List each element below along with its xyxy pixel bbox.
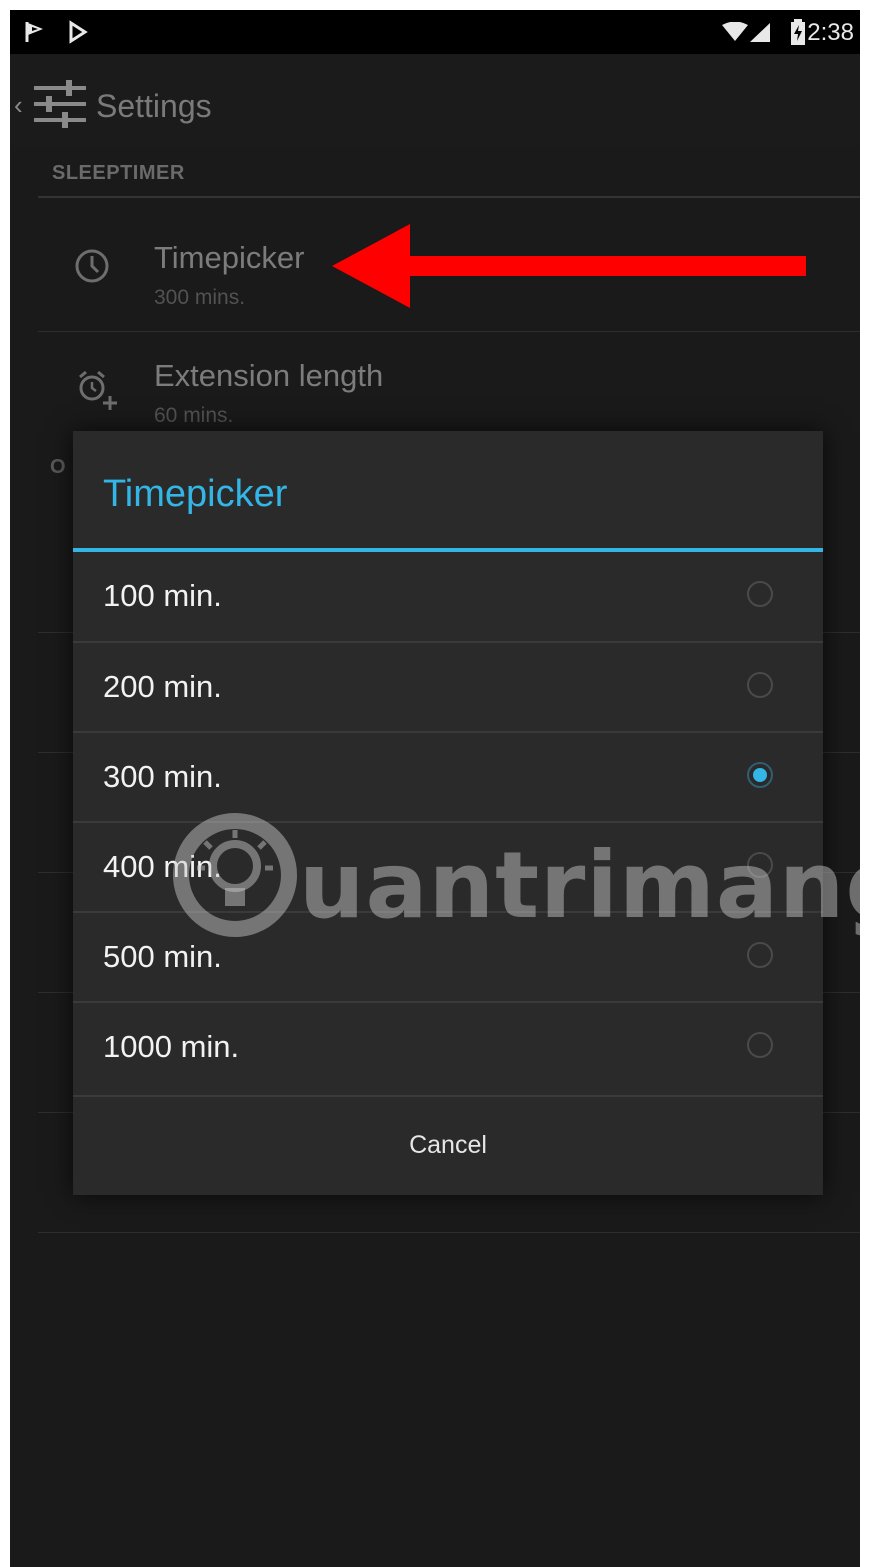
option-label: 200 min. — [103, 669, 222, 704]
option-500-min[interactable]: 500 min. — [73, 913, 823, 1002]
option-300-min[interactable]: 300 min. — [73, 733, 823, 822]
dialog-title: Timepicker — [103, 473, 288, 515]
radio-button[interactable] — [747, 852, 773, 878]
radio-button[interactable] — [747, 672, 773, 698]
option-label: 300 min. — [103, 759, 222, 794]
action-bar: ‹ Settings — [10, 54, 860, 146]
option-100-min[interactable]: 100 min. — [73, 552, 823, 641]
signal-icon — [750, 23, 770, 42]
status-bar: 2:38 — [10, 10, 860, 54]
radio-button-selected[interactable] — [747, 762, 773, 788]
cancel-button[interactable]: Cancel — [73, 1097, 823, 1195]
option-1000-min[interactable]: 1000 min. — [73, 1003, 823, 1092]
option-200-min[interactable]: 200 min. — [73, 643, 823, 732]
clock-icon — [75, 249, 109, 283]
notification-flag-icon — [25, 22, 43, 42]
pref-summary: 60 mins. — [154, 404, 234, 427]
section-header: O — [50, 456, 66, 478]
option-label: 100 min. — [103, 578, 222, 613]
cancel-label: Cancel — [409, 1131, 487, 1159]
pref-summary: 300 mins. — [154, 286, 246, 309]
radio-button[interactable] — [747, 581, 773, 607]
alarm-add-icon — [79, 370, 117, 410]
list-divider — [38, 1232, 860, 1233]
option-label: 1000 min. — [103, 1029, 240, 1064]
settings-sliders-icon[interactable] — [32, 78, 88, 130]
page-title: Settings — [96, 88, 212, 124]
pref-item-extension-length[interactable]: Extension length 60 mins. — [10, 332, 860, 442]
red-arrow-annotation — [332, 224, 806, 308]
pref-title: Timepicker — [154, 240, 305, 275]
pref-title: Extension length — [154, 358, 384, 393]
timepicker-dialog: Timepicker 100 min. 200 min. 300 min. 40… — [73, 431, 823, 1195]
battery-icon — [791, 19, 805, 45]
option-label: 500 min. — [103, 939, 222, 974]
section-divider — [38, 196, 860, 198]
wifi-icon — [722, 22, 748, 41]
phone-screen: 2:38 ‹ Settings SLEEPTIMER Timepicker 30… — [10, 10, 860, 1567]
option-label: 400 min. — [103, 849, 222, 884]
option-400-min[interactable]: 400 min. — [73, 823, 823, 912]
radio-button[interactable] — [747, 1032, 773, 1058]
back-chevron-icon[interactable]: ‹ — [14, 92, 23, 118]
section-header: SLEEPTIMER — [52, 162, 185, 184]
radio-button[interactable] — [747, 942, 773, 968]
status-time: 2:38 — [807, 19, 854, 46]
play-store-icon — [69, 20, 88, 44]
